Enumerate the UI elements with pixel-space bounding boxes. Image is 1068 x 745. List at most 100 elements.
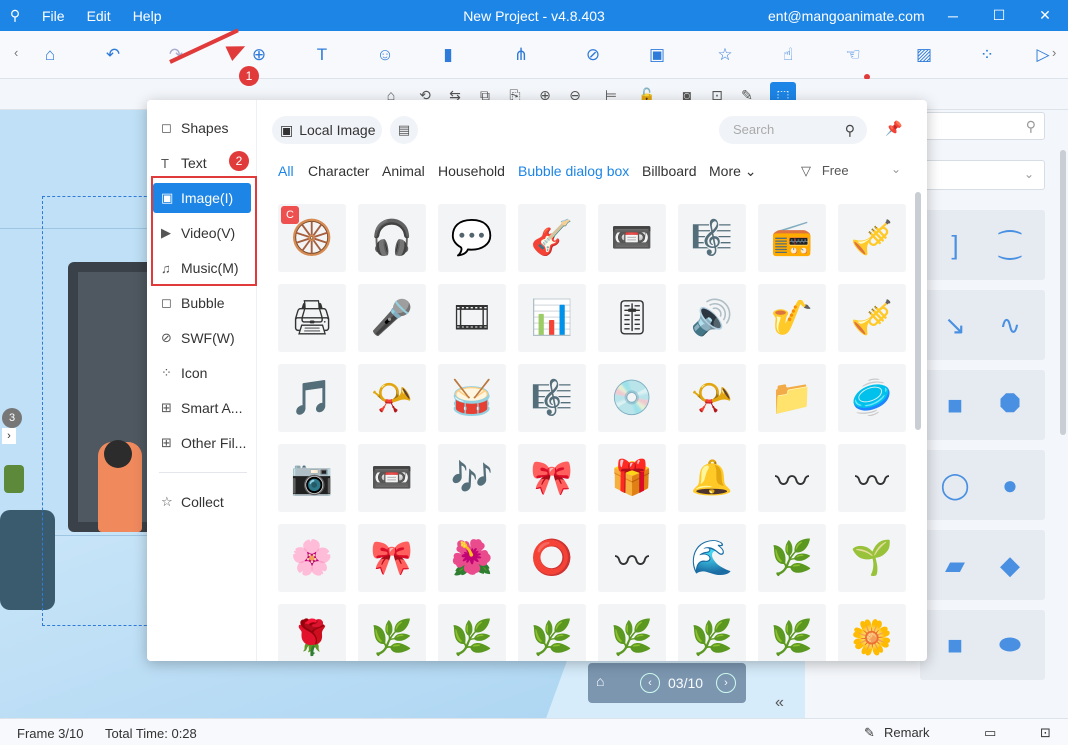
tab-bubble-dialog-box[interactable]: Bubble dialog box — [518, 163, 629, 179]
image-thumbnail[interactable]: 📼 — [598, 204, 666, 272]
lock-status-icon[interactable]: ⊡ — [1040, 725, 1051, 741]
popup-scrollbar[interactable] — [915, 192, 921, 430]
next-frame-button[interactable]: › — [716, 673, 736, 693]
tab-household[interactable]: Household — [438, 163, 505, 179]
image-thumbnail[interactable]: 🌿 — [758, 524, 826, 592]
pager-home-icon[interactable]: ⌂ — [596, 673, 604, 689]
sidebar-item-swf[interactable]: ⊘ SWF(W) — [153, 323, 251, 353]
image-thumbnail[interactable]: 🎀 — [518, 444, 586, 512]
effect-icon[interactable]: ☆ — [712, 43, 738, 67]
add-element-icon[interactable]: ⊕ — [246, 43, 272, 67]
touch-icon[interactable]: ☜ — [840, 43, 866, 67]
account-email[interactable]: ent@mangoanimate.com — [768, 8, 925, 24]
menu-help[interactable]: Help — [133, 8, 162, 24]
image-thumbnail[interactable]: 🌿 — [598, 604, 666, 661]
frame-number-badge[interactable]: 3 — [2, 408, 22, 428]
image-thumbnail[interactable]: 🌿 — [438, 604, 506, 661]
image-thumbnail[interactable]: 🥁 — [438, 364, 506, 432]
home-icon[interactable]: ⌂ — [37, 43, 63, 67]
chevron-down-icon[interactable]: ⌄ — [891, 162, 901, 176]
search-icon[interactable]: ⚲ — [1026, 118, 1036, 135]
image-thumbnail[interactable]: 🌿 — [758, 604, 826, 661]
image-thumbnail[interactable]: 🌺 — [438, 524, 506, 592]
image-thumbnail[interactable]: 📼 — [358, 444, 426, 512]
image-thumbnail[interactable]: 🥏 — [838, 364, 906, 432]
sidebar-item-other-files[interactable]: ⊞ Other Fil... — [153, 428, 251, 458]
image-thumbnail[interactable]: 🎀 — [358, 524, 426, 592]
tab-animal[interactable]: Animal — [382, 163, 425, 179]
sidebar-item-icon[interactable]: ⁘ Icon — [153, 358, 251, 388]
image-thumbnail[interactable]: 〰 — [838, 444, 906, 512]
shape-tile[interactable]: ● — [975, 450, 1045, 520]
prev-frame-button[interactable]: ‹ — [640, 673, 660, 693]
expand-arrow-icon[interactable]: › — [2, 428, 16, 444]
sidebar-item-bubble[interactable]: ◻ Bubble — [153, 288, 251, 318]
remark-button[interactable]: Remark — [884, 725, 930, 740]
image-thumbnail[interactable]: 🌊 — [678, 524, 746, 592]
image-thumbnail[interactable]: 🎵 — [278, 364, 346, 432]
image-icon[interactable]: ▣ — [644, 43, 670, 67]
image-thumbnail[interactable]: 🌿 — [678, 604, 746, 661]
image-thumbnail[interactable]: 🎸 — [518, 204, 586, 272]
chart-icon[interactable]: ▮ — [435, 43, 461, 67]
local-image-button[interactable]: ▣ Local Image — [272, 116, 382, 144]
image-thumbnail[interactable]: 🌱 — [838, 524, 906, 592]
image-thumbnail[interactable]: 🎷 — [758, 284, 826, 352]
menu-edit[interactable]: Edit — [87, 8, 111, 24]
maximize-button[interactable]: ☐ — [976, 0, 1022, 31]
role-icon[interactable]: ☺ — [372, 43, 398, 67]
link-icon[interactable]: ⊘ — [580, 43, 606, 67]
image-thumbnail[interactable]: 🎼 — [518, 364, 586, 432]
image-thumbnail[interactable]: 🌼 — [838, 604, 906, 661]
image-thumbnail[interactable]: 💿 — [598, 364, 666, 432]
gesture-icon[interactable]: ☝ — [775, 43, 801, 67]
text-icon[interactable]: T — [309, 43, 335, 67]
image-thumbnail[interactable]: 〰 — [758, 444, 826, 512]
image-thumbnail[interactable]: 📯 — [358, 364, 426, 432]
image-thumbnail[interactable]: 📁 — [758, 364, 826, 432]
image-thumbnail[interactable]: 🌿 — [358, 604, 426, 661]
image-thumbnail[interactable]: 🎧 — [358, 204, 426, 272]
minimize-button[interactable]: ─ — [930, 0, 976, 31]
image-thumbnail[interactable]: 📷 — [278, 444, 346, 512]
image-thumbnail[interactable]: 📯 — [678, 364, 746, 432]
shape-tile[interactable]: ∿ — [975, 290, 1045, 360]
image-thumbnail[interactable]: 🎺 — [838, 204, 906, 272]
image-thumbnail[interactable]: 📊 — [518, 284, 586, 352]
image-thumbnail[interactable]: 🎞 — [438, 284, 506, 352]
close-button[interactable]: ✕ — [1022, 0, 1068, 31]
menu-file[interactable]: File — [42, 8, 65, 24]
tab-billboard[interactable]: Billboard — [642, 163, 696, 179]
collapse-panel-icon[interactable]: « — [775, 694, 784, 712]
image-thumbnail[interactable]: 🎚 — [598, 284, 666, 352]
remark-icon[interactable]: ✎ — [864, 725, 875, 741]
sidebar-item-smart-art[interactable]: ⊞ Smart A... — [153, 393, 251, 423]
pattern-icon[interactable]: ▨ — [911, 43, 937, 67]
image-thumbnail[interactable]: 🔔 — [678, 444, 746, 512]
shape-tile[interactable]: ◆ — [975, 530, 1045, 600]
image-thumbnail[interactable]: 📻 — [758, 204, 826, 272]
image-thumbnail[interactable]: 〰 — [598, 524, 666, 592]
image-thumbnail[interactable]: 🎺 — [838, 284, 906, 352]
tab-all[interactable]: All — [278, 163, 294, 179]
price-filter[interactable]: ▽ Free — [801, 163, 849, 179]
image-thumbnail[interactable]: 🔊 — [678, 284, 746, 352]
search-icon[interactable]: ⚲ — [845, 116, 855, 144]
toolbar-scroll-left-icon[interactable]: ‹ — [14, 45, 18, 60]
image-thumbnail[interactable]: 🌿 — [518, 604, 586, 661]
grid-icon[interactable]: ⁘ — [974, 43, 1000, 67]
panel-category-select[interactable]: ⌄ — [920, 160, 1045, 190]
shape-tile[interactable]: ⁐ — [975, 210, 1045, 280]
image-thumbnail[interactable]: ⭕ — [518, 524, 586, 592]
tab-character[interactable]: Character — [308, 163, 369, 179]
shape-tile[interactable]: ⯃ — [975, 370, 1045, 440]
image-search-input[interactable]: Search ⚲ — [719, 116, 867, 144]
undo-icon[interactable]: ↶ — [100, 43, 126, 67]
sidebar-item-shapes[interactable]: ◻ Shapes — [153, 113, 251, 143]
image-thumbnail[interactable]: 🎤 — [358, 284, 426, 352]
screen-icon[interactable]: ▭ — [984, 725, 996, 741]
image-thumbnail[interactable]: 🌸 — [278, 524, 346, 592]
panel-search-input[interactable]: ⚲ — [920, 112, 1045, 140]
sidebar-item-collect[interactable]: ☆ Collect — [153, 487, 251, 517]
image-thumbnail[interactable]: 💬 — [438, 204, 506, 272]
